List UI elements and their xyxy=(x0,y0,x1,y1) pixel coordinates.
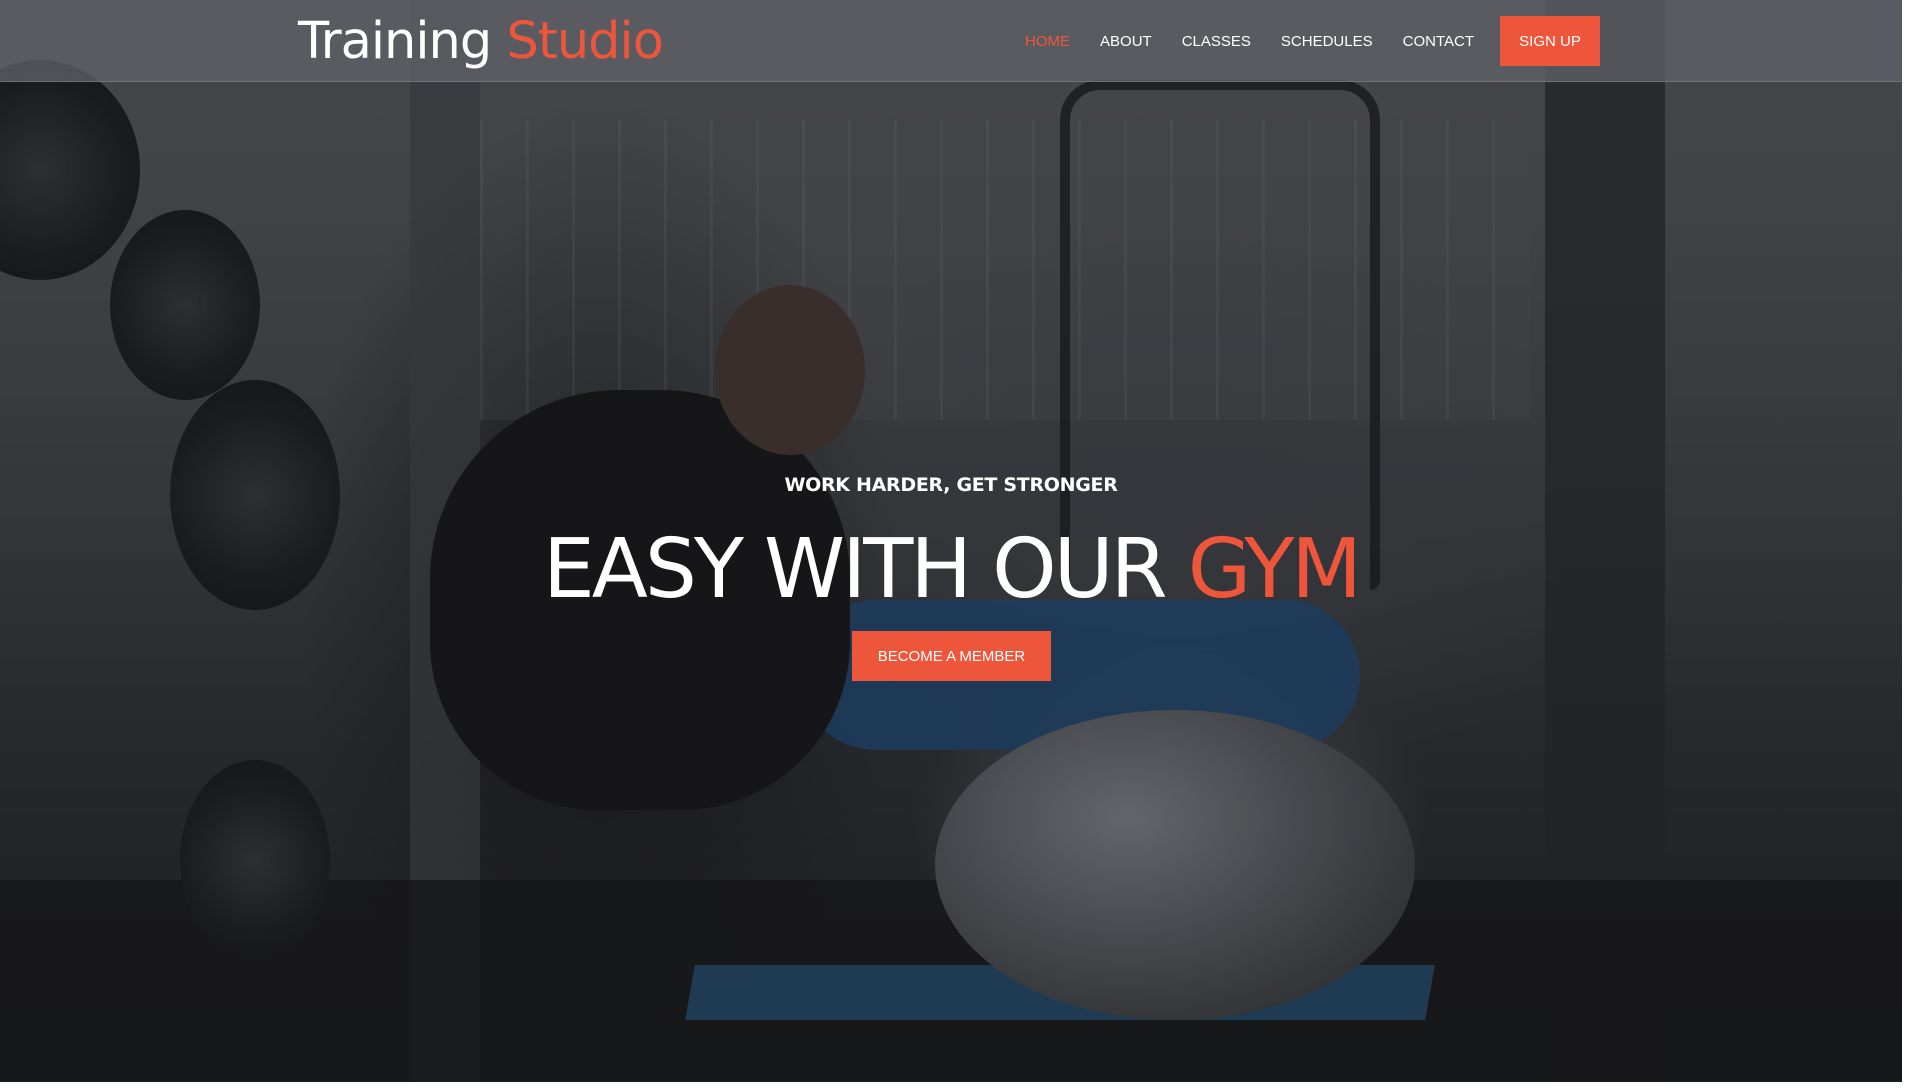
main-nav: HOME ABOUT CLASSES SCHEDULES CONTACT SIG… xyxy=(1025,16,1600,66)
become-member-button[interactable]: BECOME A MEMBER xyxy=(852,631,1051,681)
hero-headline-primary: EASY WITH OUR xyxy=(542,522,1168,617)
hero-kicker: WORK HARDER, GET STRONGER xyxy=(784,474,1118,496)
nav-item-contact[interactable]: CONTACT xyxy=(1403,33,1474,50)
site-header: Training Studio HOME ABOUT CLASSES SCHED… xyxy=(0,0,1902,82)
nav-item-schedules[interactable]: SCHEDULES xyxy=(1281,33,1373,50)
nav-item-home[interactable]: HOME xyxy=(1025,33,1070,50)
nav-item-about[interactable]: ABOUT xyxy=(1100,33,1152,50)
logo-primary-text: Training xyxy=(298,12,492,71)
nav-item-classes[interactable]: CLASSES xyxy=(1182,33,1251,50)
page: Training Studio HOME ABOUT CLASSES SCHED… xyxy=(0,0,1919,1090)
logo-accent-text: Studio xyxy=(506,12,663,71)
hero-headline-accent: GYM xyxy=(1187,522,1362,617)
sign-up-button[interactable]: SIGN UP xyxy=(1500,16,1600,66)
hero-headline: EASY WITH OUR GYM xyxy=(0,520,1902,620)
site-logo[interactable]: Training Studio xyxy=(298,12,664,72)
